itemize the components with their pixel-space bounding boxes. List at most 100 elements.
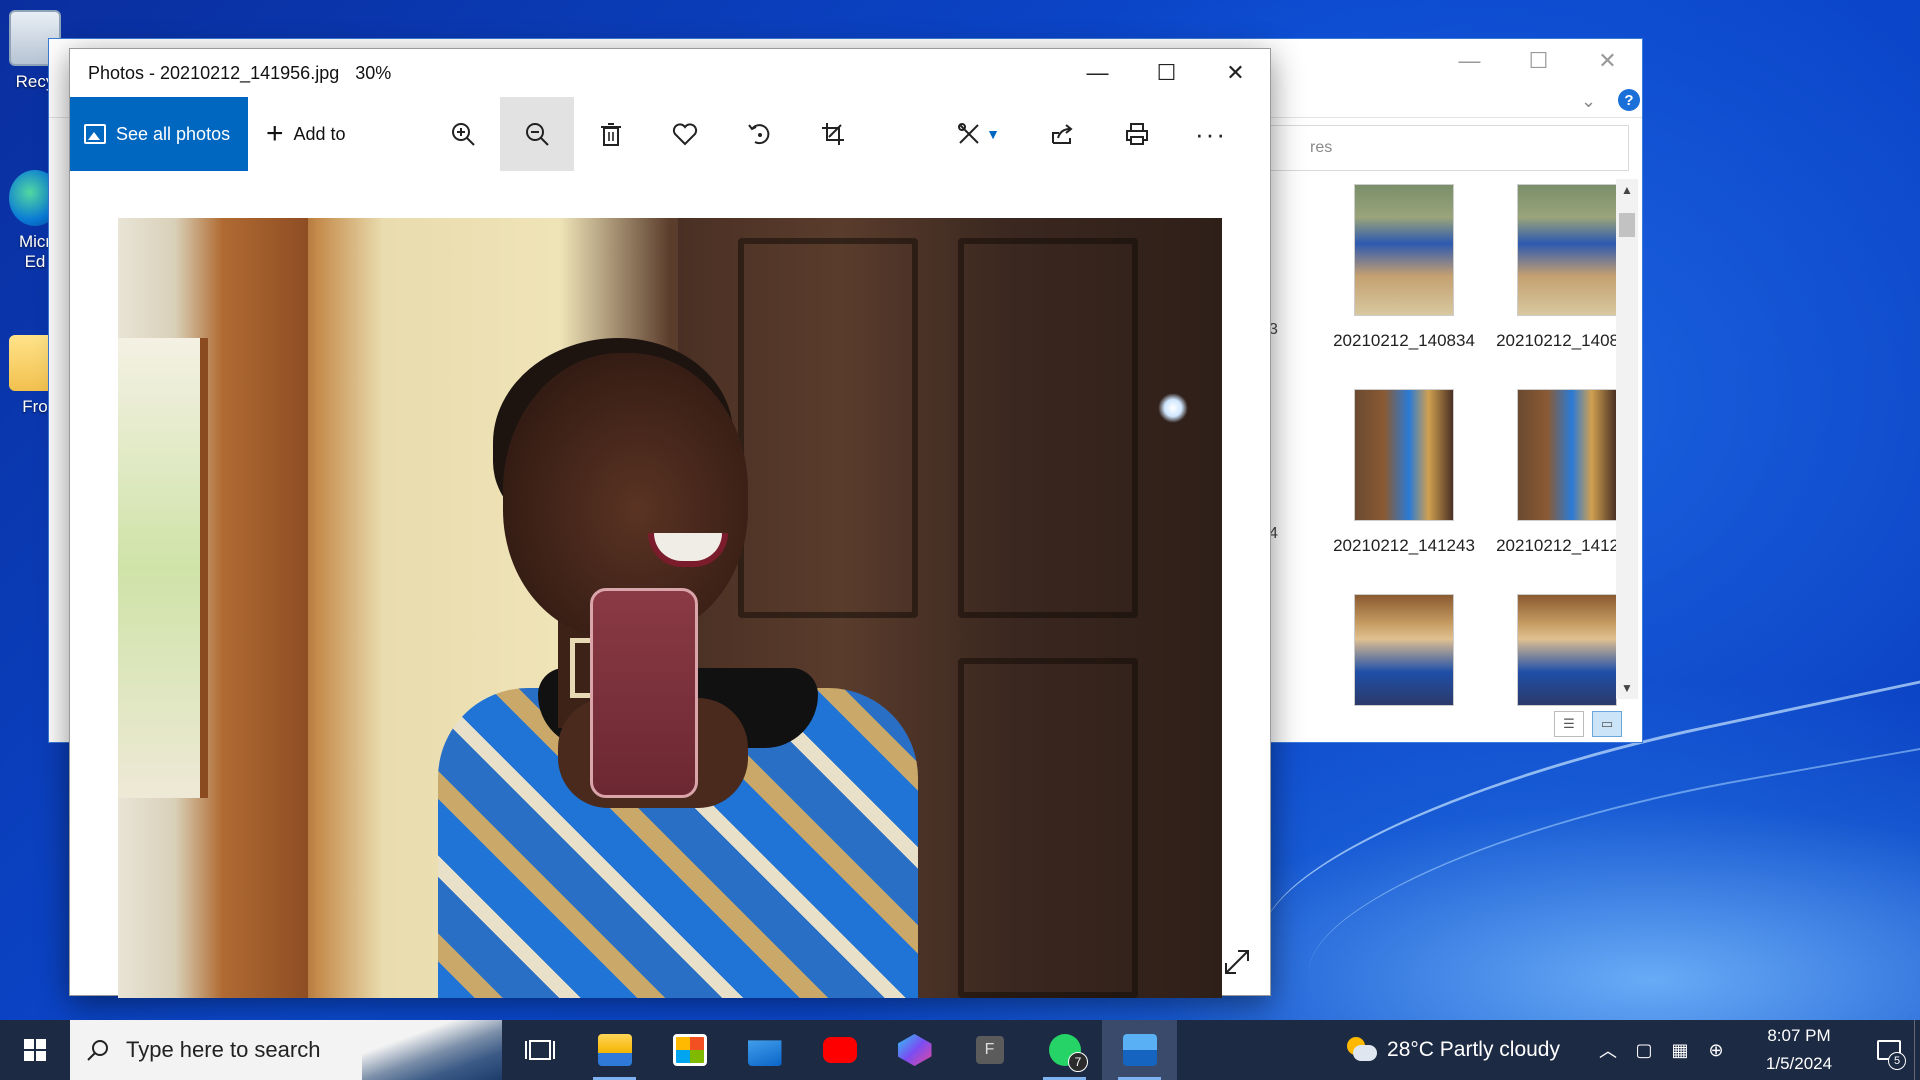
delete-button[interactable]	[574, 97, 648, 171]
photo-door-panel	[738, 238, 918, 618]
thumbnail-image	[1354, 184, 1454, 316]
vertical-scrollbar[interactable]: ▲ ▼	[1616, 179, 1638, 699]
taskbar-microsoft-store[interactable]	[652, 1020, 727, 1080]
ellipsis-icon: ···	[1195, 118, 1227, 149]
clock-date: 1/5/2024	[1765, 1054, 1833, 1073]
scroll-thumb[interactable]	[1619, 213, 1635, 237]
youtube-icon	[822, 1037, 857, 1063]
thumbnail-image	[1354, 594, 1454, 706]
taskbar-youtube[interactable]	[802, 1020, 877, 1080]
file-name: 20210212_140834	[1333, 331, 1475, 350]
trash-icon	[601, 123, 621, 146]
search-placeholder: Type here to search	[126, 1037, 321, 1062]
zoom-level: 30%	[355, 62, 392, 83]
displayed-photo	[118, 218, 1222, 998]
weather-text: 28°C Partly cloudy	[1387, 1038, 1560, 1061]
task-view-icon	[524, 1040, 555, 1060]
chevron-up-icon: ︿	[1599, 1041, 1617, 1061]
expand-icon	[1225, 950, 1249, 974]
more-options-button[interactable]: ···	[1174, 97, 1248, 171]
file-thumbnail[interactable]	[1329, 594, 1479, 718]
file-explorer-icon	[597, 1034, 632, 1066]
photo-window	[118, 338, 208, 798]
copilot-icon	[897, 1034, 932, 1066]
photos-toolbar: See all photos + Add to ▼ ···	[70, 97, 1270, 171]
clock-time: 8:07 PM	[1767, 1026, 1831, 1045]
maximize-button[interactable]: ☐	[1504, 39, 1573, 83]
see-all-photos-button[interactable]: See all photos	[70, 97, 248, 171]
show-hidden-icons-button[interactable]: ︿	[1590, 1020, 1626, 1080]
window-controls: — ☐ ✕	[1063, 49, 1270, 97]
taskbar-photos[interactable]	[1102, 1020, 1177, 1080]
mail-icon	[747, 1040, 782, 1066]
window-title: Photos - 20210212_141956.jpg	[88, 62, 340, 83]
network-icon[interactable]: ▦	[1662, 1020, 1698, 1080]
file-thumbnail[interactable]: 20210212_141243	[1329, 389, 1479, 558]
taskbar-app-f[interactable]: F	[952, 1020, 1027, 1080]
system-clock[interactable]: 8:07 PM 1/5/2024	[1744, 1022, 1854, 1078]
thumbnail-image	[1517, 184, 1617, 316]
file-thumbnail[interactable]: 20210212_140834	[1329, 184, 1479, 353]
meet-now-icon[interactable]: ▢	[1626, 1020, 1662, 1080]
explorer-status-bar: ☰ ▭	[1554, 706, 1642, 742]
thumbnail-image	[1517, 594, 1617, 706]
weather-widget[interactable]: 28°C Partly cloudy	[1347, 1037, 1560, 1063]
taskbar-mail[interactable]	[727, 1020, 802, 1080]
photo-gallery-icon	[84, 124, 106, 144]
rotate-button[interactable]	[722, 97, 796, 171]
scroll-down-icon[interactable]: ▼	[1616, 677, 1638, 699]
system-tray: 28°C Partly cloudy ︿ ▢ ▦ ⊕ 8:07 PM 1/5/2…	[1347, 1020, 1920, 1080]
scroll-up-icon[interactable]: ▲	[1616, 179, 1638, 201]
close-button[interactable]: ✕	[1201, 49, 1270, 97]
taskbar-search-box[interactable]: Type here to search	[70, 1020, 502, 1080]
windows-logo-icon	[24, 1039, 46, 1061]
explorer-search-placeholder: res	[1310, 139, 1333, 156]
photo-phone	[590, 588, 698, 798]
edit-create-icon	[958, 123, 979, 144]
zoom-in-icon	[452, 123, 475, 146]
search-highlight-image	[362, 1020, 502, 1080]
show-desktop-button[interactable]	[1914, 1020, 1920, 1080]
photo-light-reflection	[1158, 393, 1188, 423]
close-button[interactable]: ✕	[1573, 39, 1642, 83]
thumbnail-image	[1354, 389, 1454, 521]
zoom-in-button[interactable]	[426, 97, 500, 171]
store-icon	[672, 1034, 707, 1066]
partly-cloudy-icon	[1347, 1037, 1378, 1063]
fullscreen-button[interactable]	[1222, 947, 1252, 977]
share-button[interactable]	[1026, 97, 1100, 171]
taskbar-copilot[interactable]	[877, 1020, 952, 1080]
maximize-button[interactable]: ☐	[1132, 49, 1201, 97]
explorer-search-input[interactable]: res	[1269, 125, 1629, 171]
rotate-icon	[748, 124, 770, 145]
taskbar-file-explorer[interactable]	[577, 1020, 652, 1080]
whatsapp-badge: 7	[1068, 1052, 1088, 1072]
chevron-down-icon[interactable]: ⌄	[1581, 91, 1596, 112]
large-icons-view-icon[interactable]: ▭	[1592, 711, 1622, 737]
explorer-titlebar: — ☐ ✕	[1282, 39, 1642, 83]
taskbar: Type here to search F 7 28°C Partly clou…	[0, 1020, 1920, 1080]
photo-door-panel	[958, 658, 1138, 998]
action-center-button[interactable]: 5	[1864, 1020, 1914, 1080]
zoom-out-button[interactable]	[500, 97, 574, 171]
taskbar-whatsapp[interactable]: 7	[1027, 1020, 1102, 1080]
heart-icon	[672, 123, 698, 146]
photo-door-panel	[958, 238, 1138, 618]
add-to-button[interactable]: + Add to	[266, 119, 426, 149]
start-button[interactable]	[0, 1020, 70, 1080]
details-view-icon[interactable]: ☰	[1554, 711, 1584, 737]
zoom-out-icon	[526, 123, 549, 146]
edit-create-button[interactable]: ▼	[930, 97, 1026, 171]
file-name: 20210212_141243	[1333, 536, 1475, 555]
language-globe-icon[interactable]: ⊕	[1698, 1020, 1734, 1080]
task-view-button[interactable]	[502, 1020, 577, 1080]
see-all-photos-label: See all photos	[116, 123, 231, 144]
photos-app-window: Photos - 20210212_141956.jpg 30% — ☐ ✕ S…	[69, 48, 1271, 998]
minimize-button[interactable]: —	[1435, 39, 1504, 83]
minimize-button[interactable]: —	[1063, 49, 1132, 97]
search-icon	[87, 1040, 108, 1061]
favorite-button[interactable]	[648, 97, 722, 171]
print-button[interactable]	[1100, 97, 1174, 171]
crop-button[interactable]	[796, 97, 870, 171]
help-icon[interactable]: ?	[1618, 89, 1640, 111]
